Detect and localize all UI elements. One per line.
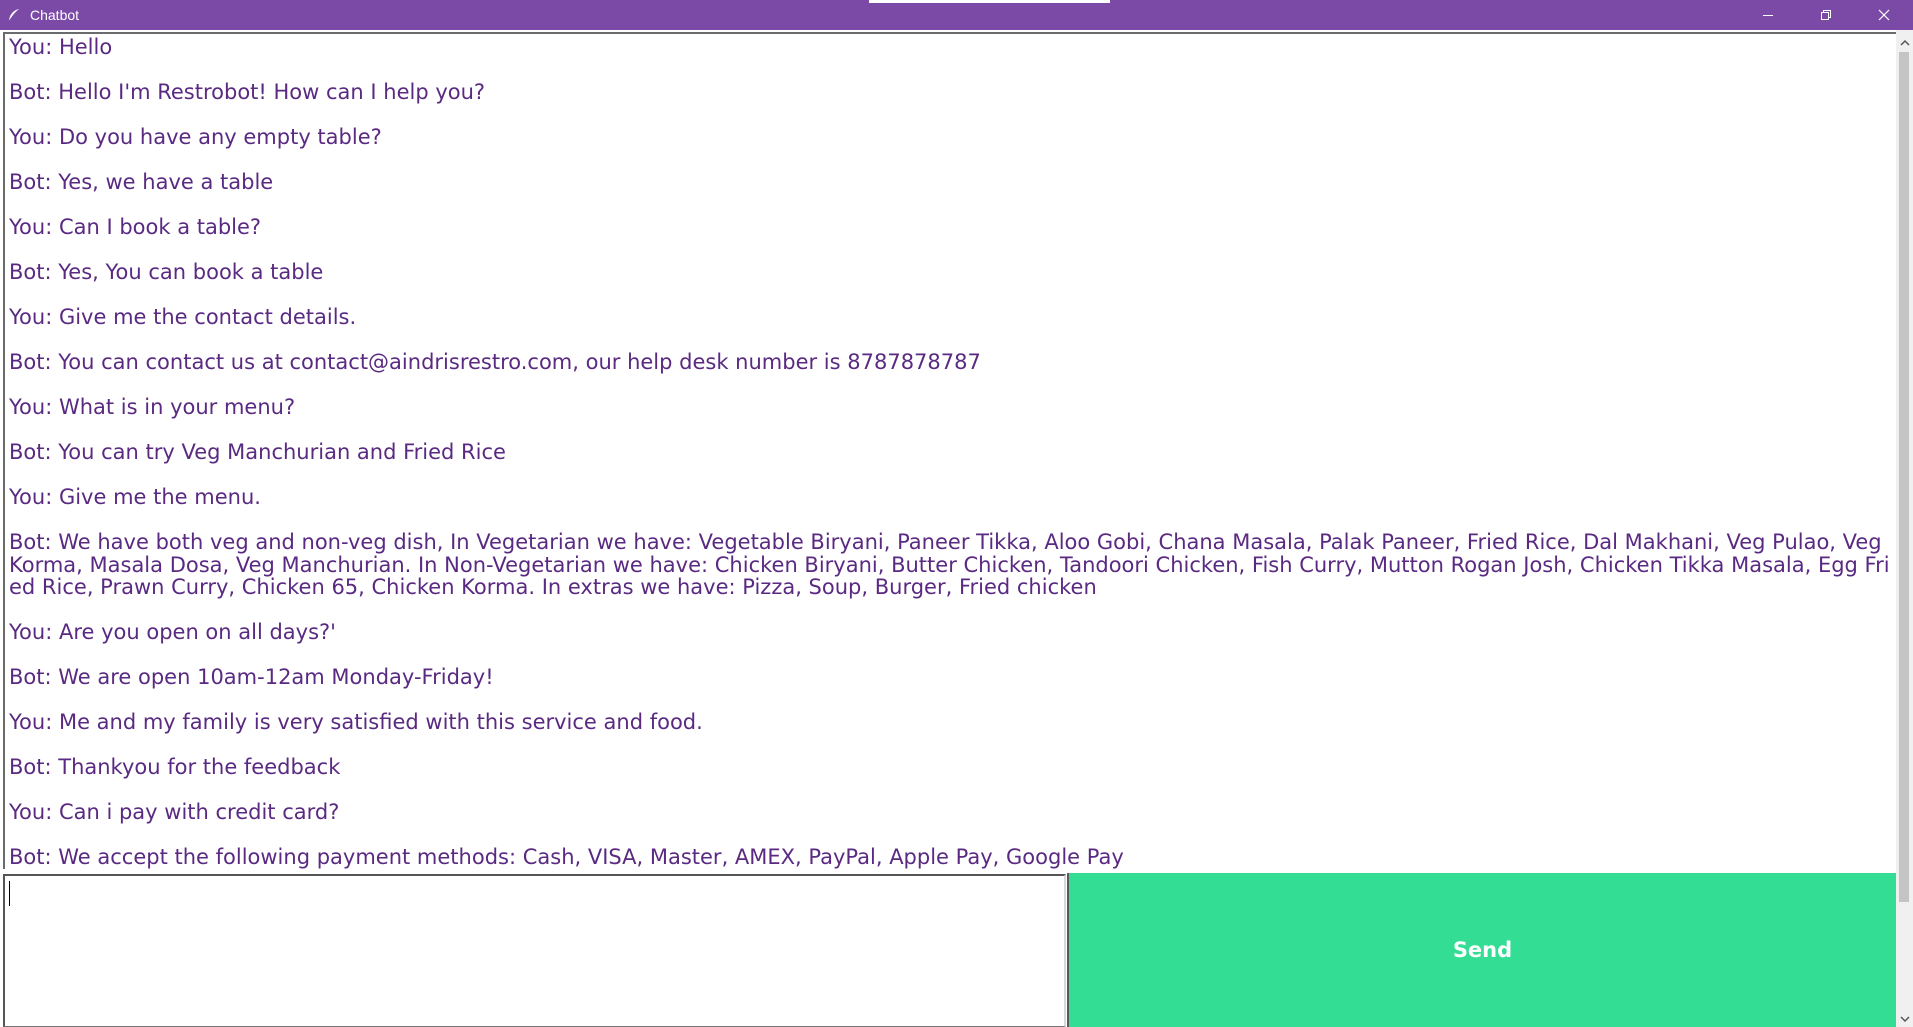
chat-message: You: Are you open on all days?' <box>9 620 336 644</box>
chat-message: Bot: Yes, we have a table <box>9 170 274 194</box>
chat-message: You: Can I book a table? <box>9 215 262 239</box>
text-cursor <box>9 881 10 906</box>
chat-message: You: Do you have any empty table? <box>9 125 382 149</box>
chat-message: Bot: We are open 10am-12am Monday-Friday… <box>9 665 494 689</box>
restore-button[interactable] <box>1797 0 1855 30</box>
chat-message: Bot: We have both veg and non-veg dish, … <box>9 530 1890 599</box>
chat-message: You: Me and my family is very satisfied … <box>9 710 703 734</box>
feather-icon <box>6 7 22 23</box>
chat-message: You: Give me the contact details. <box>9 305 357 329</box>
send-button[interactable]: Send <box>1067 873 1896 1027</box>
chat-transcript[interactable]: You: Hello Bot: Hello I'm Restrobot! How… <box>3 32 1896 869</box>
chat-message: You: Give me the menu. <box>9 485 261 509</box>
close-icon <box>1878 6 1890 25</box>
title-bar[interactable]: Chatbot <box>0 0 1913 30</box>
scroll-up-arrow-icon[interactable] <box>1896 34 1913 51</box>
chat-message: You: What is in your menu? <box>9 395 296 419</box>
chat-message: Bot: Yes, You can book a table <box>9 260 324 284</box>
scroll-down-arrow-icon[interactable] <box>1896 1010 1913 1027</box>
window-controls <box>1739 0 1913 30</box>
chat-message: Bot: Hello I'm Restrobot! How can I help… <box>9 80 486 104</box>
restore-icon <box>1820 6 1832 25</box>
minimize-icon <box>1762 6 1774 25</box>
message-input[interactable] <box>3 874 1066 1027</box>
scrollbar-thumb[interactable] <box>1899 52 1909 902</box>
minimize-button[interactable] <box>1739 0 1797 30</box>
vertical-scrollbar[interactable] <box>1896 30 1913 1027</box>
chat-message: Bot: You can try Veg Manchurian and Frie… <box>9 440 506 464</box>
chat-message: Bot: You can contact us at contact@aindr… <box>9 350 981 374</box>
chat-message: Bot: Thankyou for the feedback <box>9 755 341 779</box>
close-button[interactable] <box>1855 0 1913 30</box>
window-title: Chatbot <box>30 7 80 23</box>
chatbot-window: Chatbot You: Hello Bot: Hello I'm Restro… <box>0 0 1913 1027</box>
chat-message: You: Hello <box>9 35 113 59</box>
chat-message: Bot: We accept the following payment met… <box>9 845 1124 869</box>
title-accent-bar <box>869 0 1110 3</box>
chat-message: You: Can i pay with credit card? <box>9 800 340 824</box>
